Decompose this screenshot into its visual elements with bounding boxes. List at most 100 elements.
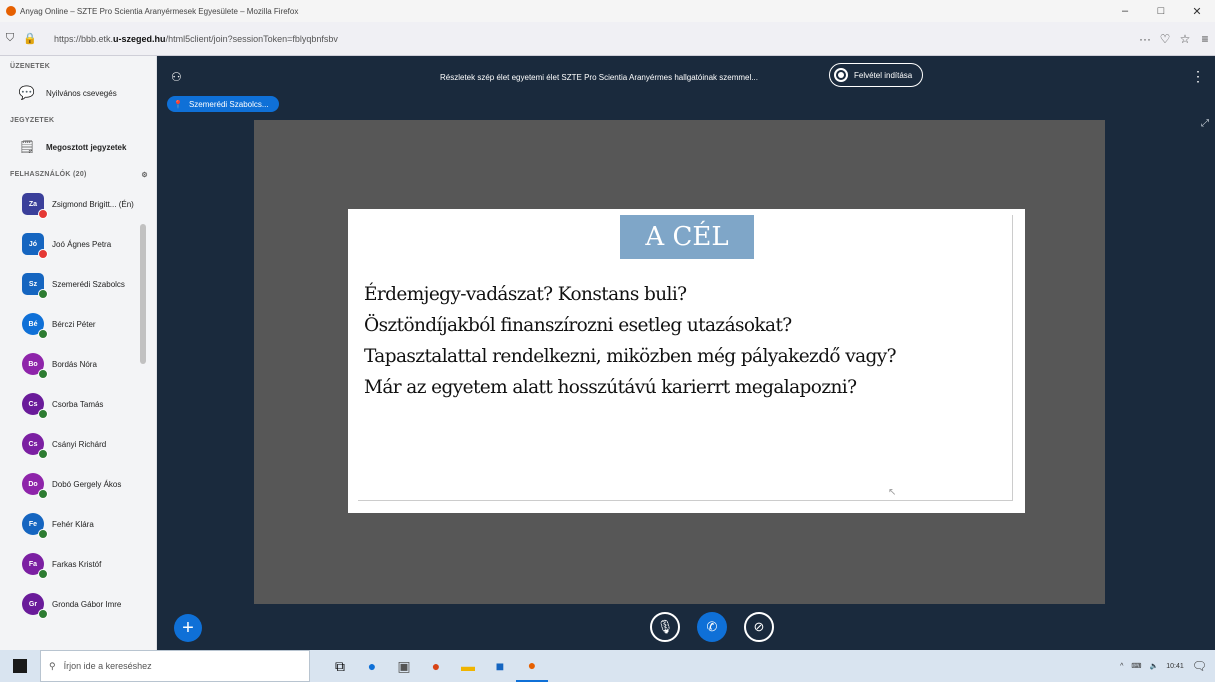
- actions-plus-button[interactable]: +: [174, 614, 202, 642]
- user-list-toggle-icon[interactable]: ⚇: [171, 70, 182, 84]
- scrollbar-thumb[interactable]: [140, 224, 146, 364]
- presentation-slide: A CÉL Érdemjegy-vadászat? Konstans buli?…: [348, 209, 1025, 513]
- user-list-item[interactable]: Sz Szemerédi Szabolcs: [0, 264, 156, 304]
- shield-icon[interactable]: ⛉: [0, 32, 20, 45]
- url-text[interactable]: https://bbb.etk.u-szeged.hu/html5client/…: [40, 34, 1135, 44]
- avatar: Cs: [22, 393, 48, 419]
- avatar: Fe: [22, 513, 48, 539]
- avatar: Jó: [22, 233, 48, 259]
- user-list-item[interactable]: Cs Csorba Tamás: [0, 384, 156, 424]
- microphone-off-icon: 🎙: [656, 619, 674, 634]
- user-name: Farkas Kristóf: [52, 559, 102, 569]
- status-badge: [38, 369, 48, 379]
- tray-chevron-icon[interactable]: ^: [1120, 663, 1123, 670]
- task-view-icon[interactable]: ⧉: [324, 650, 356, 682]
- search-placeholder: Írjon ide a kereséshez: [63, 661, 152, 671]
- user-list-item[interactable]: Gr Gronda Gábor Imre: [0, 584, 156, 624]
- status-badge: [38, 449, 48, 459]
- avatar: Bé: [22, 313, 48, 339]
- status-badge: [38, 529, 48, 539]
- notification-icon[interactable]: 🗨: [1192, 659, 1207, 673]
- more-options-icon[interactable]: ⋮: [1191, 68, 1205, 85]
- user-list-item[interactable]: Za Zsigmond Brigitt... (Én): [0, 184, 156, 224]
- record-icon: [834, 68, 848, 82]
- slide-text: Érdemjegy-vadászat? Konstans buli? Ösztö…: [364, 279, 1014, 403]
- status-badge: [38, 569, 48, 579]
- user-name: Gronda Gábor Imre: [52, 599, 122, 609]
- public-chat-item[interactable]: 💬 Nyilvános csevegés: [0, 76, 156, 110]
- leave-audio-button[interactable]: ✆: [697, 612, 727, 642]
- slide-title: A CÉL: [620, 215, 754, 259]
- mouse-cursor-icon: ↖: [888, 487, 897, 498]
- record-button[interactable]: Felvétel indítása: [829, 63, 924, 87]
- user-list-item[interactable]: Fe Fehér Klára: [0, 504, 156, 544]
- pocket-icon[interactable]: ♡: [1155, 32, 1175, 46]
- minimize-button[interactable]: –: [1107, 5, 1143, 17]
- windows-taskbar: ⚲ Írjon ide a kereséshez ⧉ ● ▣ ● ▬ ■ ● ^…: [0, 650, 1215, 682]
- status-badge: [38, 209, 48, 219]
- chat-icon: 💬: [18, 85, 36, 100]
- user-list-sidebar: ÜZENETEK 💬 Nyilvános csevegés JEGYZETEK …: [0, 56, 157, 650]
- start-button[interactable]: [0, 650, 40, 682]
- edge-icon[interactable]: ●: [356, 650, 388, 682]
- user-list-item[interactable]: Bé Bérczi Péter: [0, 304, 156, 344]
- user-name: Szemerédi Szabolcs: [52, 279, 125, 289]
- user-list-item[interactable]: Fa Farkas Kristóf: [0, 544, 156, 584]
- office-icon[interactable]: ●: [420, 650, 452, 682]
- bookmark-star-icon[interactable]: ☆: [1175, 32, 1195, 46]
- messages-header: ÜZENETEK: [10, 63, 51, 70]
- settings-gear-icon[interactable]: ⚙: [141, 171, 148, 184]
- slide-line: Tapasztalattal rendelkezni, miközben még…: [364, 346, 897, 367]
- lock-icon[interactable]: 🔒: [20, 32, 40, 45]
- maximize-button[interactable]: □: [1143, 5, 1179, 17]
- outlook-icon[interactable]: ■: [484, 650, 516, 682]
- page-actions-icon[interactable]: ···: [1135, 32, 1155, 46]
- avatar: Do: [22, 473, 48, 499]
- user-list-scrollbar[interactable]: [139, 214, 147, 650]
- user-name: Zsigmond Brigitt... (Én): [52, 199, 134, 209]
- user-list-item[interactable]: Do Dobó Gergely Ákos: [0, 464, 156, 504]
- status-badge: [38, 489, 48, 499]
- taskbar-search[interactable]: ⚲ Írjon ide a kereséshez: [40, 650, 310, 682]
- search-icon: ⚲: [49, 660, 56, 671]
- firefox-icon: [6, 6, 16, 16]
- phone-icon: ✆: [706, 619, 718, 634]
- clock[interactable]: 10:41: [1166, 663, 1184, 670]
- user-list-item[interactable]: Bo Bordás Nóra: [0, 344, 156, 384]
- camera-off-icon: ⊘: [753, 619, 765, 634]
- volume-icon[interactable]: 🔈: [1150, 662, 1159, 670]
- address-bar[interactable]: ⛉ 🔒 https://bbb.etk.u-szeged.hu/html5cli…: [0, 22, 1215, 56]
- meeting-title: Részletek szép élet egyetemi élet SZTE P…: [440, 73, 758, 82]
- network-icon[interactable]: ⌨: [1131, 662, 1141, 670]
- avatar: Za: [22, 193, 48, 219]
- avatar: Gr: [22, 593, 48, 619]
- windows-logo-icon: [13, 659, 27, 673]
- mute-microphone-button[interactable]: 🎙: [650, 612, 680, 642]
- system-tray: ^ ⌨ 🔈 10:41 🗨: [1116, 659, 1215, 673]
- share-webcam-button[interactable]: ⊘: [744, 612, 774, 642]
- user-name: Bordás Nóra: [52, 359, 97, 369]
- user-list-item[interactable]: Jó Joó Ágnes Petra: [0, 224, 156, 264]
- file-explorer-icon[interactable]: ▬: [452, 650, 484, 682]
- menu-icon[interactable]: ≡: [1195, 32, 1215, 46]
- user-list-item[interactable]: Cs Csányi Richárd: [0, 424, 156, 464]
- window-titlebar: Anyag Online – SZTE Pro Scientia Aranyér…: [0, 0, 1215, 22]
- avatar: Sz: [22, 273, 48, 299]
- shared-notes-item[interactable]: 🗒 Megosztott jegyzetek: [0, 130, 156, 164]
- meeting-area: ⚇ Részletek szép élet egyetemi élet SZTE…: [157, 56, 1215, 650]
- user-name: Fehér Klára: [52, 519, 94, 529]
- shared-notes-label: Megosztott jegyzetek: [46, 142, 127, 152]
- status-badge: [38, 409, 48, 419]
- presenter-name: Szemerédi Szabolcs...: [188, 99, 269, 109]
- store-icon[interactable]: ▣: [388, 650, 420, 682]
- meeting-topbar: ⚇ Részletek szép élet egyetemi élet SZTE…: [157, 56, 1215, 100]
- user-name: Bérczi Péter: [52, 319, 96, 329]
- firefox-taskbar-icon[interactable]: ●: [516, 650, 548, 682]
- slide-line: Ösztöndíjakból finanszírozni esetleg uta…: [364, 315, 792, 336]
- close-window-button[interactable]: ✕: [1179, 5, 1215, 18]
- record-label: Felvétel indítása: [854, 70, 913, 80]
- users-header: FELHASZNÁLÓK (20) ⚙: [0, 164, 156, 184]
- presenter-badge: 📍 Szemerédi Szabolcs...: [167, 96, 279, 112]
- user-list: Za Zsigmond Brigitt... (Én) Jó Joó Ágnes Pe…: [0, 184, 156, 624]
- fullscreen-icon[interactable]: ⤢: [1201, 118, 1209, 129]
